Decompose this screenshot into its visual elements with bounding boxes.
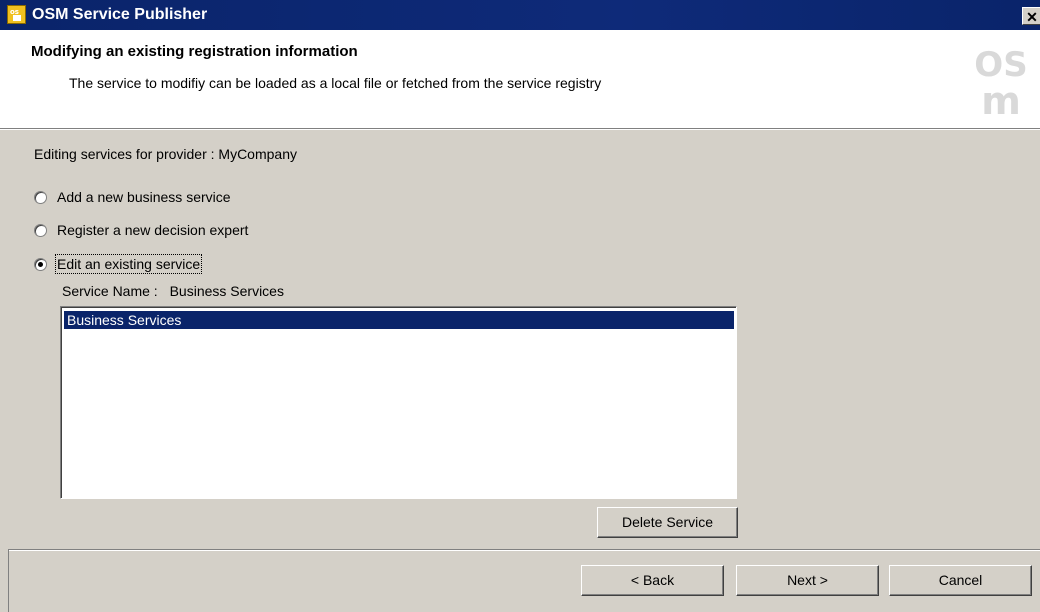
svg-text:m: m xyxy=(981,79,1021,123)
header-divider xyxy=(0,129,1040,130)
svg-text:os: os xyxy=(10,8,19,16)
services-listbox[interactable]: Business Services xyxy=(60,306,737,499)
service-name-label: Service Name : xyxy=(62,283,158,299)
app-icon: os xyxy=(7,5,26,24)
page-heading: Modifying an existing registration infor… xyxy=(31,43,358,60)
option-label[interactable]: Add a new business service xyxy=(57,189,231,205)
service-name-value: Business Services xyxy=(169,283,284,299)
footer-edge xyxy=(8,549,9,612)
close-button[interactable]: ✕ xyxy=(1022,7,1040,25)
radio-button[interactable] xyxy=(34,190,47,204)
option-label[interactable]: Register a new decision expert xyxy=(57,222,248,238)
back-button-label: < Back xyxy=(630,572,675,588)
service-name-row: Service Name : Business Services xyxy=(62,283,292,299)
option-label[interactable]: Edit an existing service xyxy=(54,254,203,274)
back-button[interactable]: < Back xyxy=(581,565,724,596)
title-bar: os OSM Service Publisher ✕ xyxy=(0,0,1040,30)
next-button-label: Next > xyxy=(787,572,828,588)
osm-logo-icon: OS m xyxy=(974,46,1027,123)
option-add-business-service[interactable]: Add a new business service xyxy=(34,187,231,207)
option-edit-existing-service[interactable]: Edit an existing service xyxy=(34,254,203,274)
option-register-decision-expert[interactable]: Register a new decision expert xyxy=(34,220,248,240)
radio-button[interactable] xyxy=(34,223,47,237)
radio-dot xyxy=(38,261,43,267)
radio-button-selected[interactable] xyxy=(34,257,47,271)
window-title: OSM Service Publisher xyxy=(32,6,208,23)
page-subtitle: The service to modifiy can be loaded as … xyxy=(69,75,602,91)
wizard-header: Modifying an existing registration infor… xyxy=(0,30,1040,129)
cancel-button-label: Cancel xyxy=(938,572,983,588)
delete-service-button[interactable]: Delete Service xyxy=(597,507,738,538)
cancel-button[interactable]: Cancel xyxy=(889,565,1032,596)
next-button[interactable]: Next > xyxy=(736,565,879,596)
list-item[interactable]: Business Services xyxy=(64,311,734,329)
footer-divider xyxy=(8,549,1040,551)
provider-label: Editing services for provider : MyCompan… xyxy=(34,146,297,162)
